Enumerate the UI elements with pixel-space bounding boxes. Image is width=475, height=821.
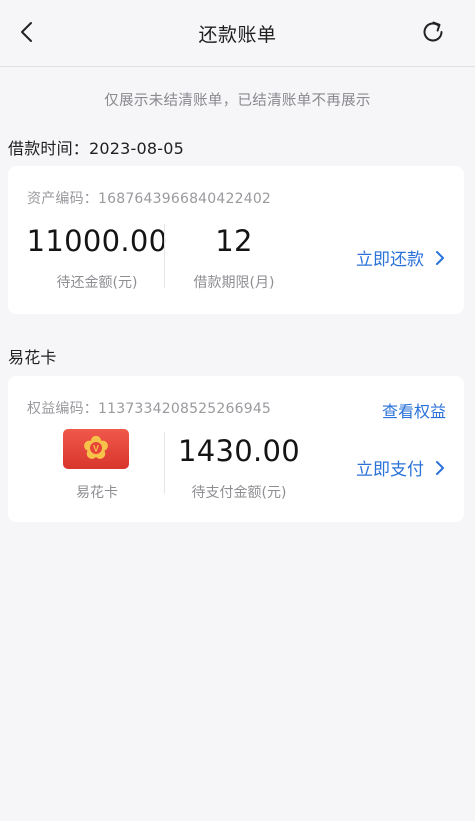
refresh-icon: [423, 21, 443, 42]
refresh-button[interactable]: [419, 18, 447, 46]
loan-bill-card: 资产编码：1687643966840422402 11000.00 待还金额(元…: [8, 166, 464, 314]
membership-card: 权益编码：1137334208525266945 查看权益 V 易花卡 1430…: [8, 376, 464, 522]
amount-due-value: 11000.00: [26, 224, 168, 258]
divider: [164, 224, 165, 288]
nav-bar: 还款账单: [0, 0, 475, 67]
card-section-heading: 易花卡: [8, 348, 57, 367]
chevron-right-icon: [436, 250, 444, 265]
pay-now-label: 立即支付: [356, 460, 424, 480]
pay-amount-label: 待支付金额(元): [191, 485, 287, 501]
amount-due-label: 待还金额(元): [56, 275, 138, 291]
page-title: 还款账单: [198, 24, 277, 46]
benefit-code: 权益编码：1137334208525266945: [27, 401, 272, 417]
pay-now-button[interactable]: 立即支付: [356, 455, 446, 480]
pay-amount-value: 1430.00: [177, 434, 301, 468]
loan-date-heading: 借款时间：2023-08-05: [8, 139, 184, 158]
chevron-right-icon: [436, 460, 444, 475]
asset-code: 资产编码：1687643966840422402: [27, 191, 272, 207]
card-thumbnail: V: [63, 429, 129, 469]
card-name-label: 易花卡: [76, 485, 118, 501]
svg-text:V: V: [93, 444, 99, 454]
loan-term-value: 12: [215, 224, 253, 258]
card-logo-icon: V: [63, 429, 129, 469]
view-benefits-link[interactable]: 查看权益: [382, 398, 446, 422]
repay-now-label: 立即还款: [356, 250, 424, 270]
unsettled-notice: 仅展示未结清账单，已结清账单不再展示: [104, 93, 371, 109]
divider: [164, 432, 165, 494]
repay-now-button[interactable]: 立即还款: [356, 245, 446, 270]
loan-term-label: 借款期限(月): [193, 275, 275, 291]
